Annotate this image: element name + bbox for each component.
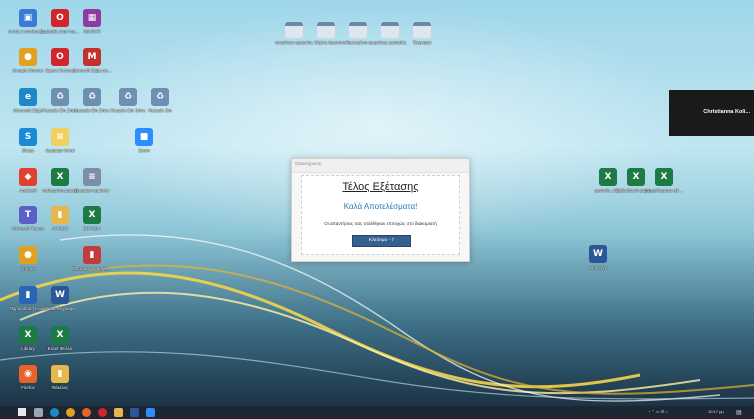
- folder-icon: [285, 22, 303, 38]
- desktop-shortcut[interactable]: W Word Έγγραφο: [42, 286, 78, 311]
- shortcut-label: Recycle Bin Drive: [74, 108, 110, 113]
- desktop-shortcut[interactable]: X ΕΡΓΑΣΙΑ: [74, 206, 110, 231]
- right-shortcut[interactable]: Xαποτελέσματα εξέτασης...: [644, 168, 684, 193]
- notification-center-icon[interactable]: ▤: [736, 409, 742, 416]
- desktop: ▣Αυτός ο υπολογιστήςOΕπιλογές στην πρόσβ…: [0, 0, 754, 419]
- zoom-icon: ■: [135, 128, 153, 146]
- recycle-icon: ♻: [151, 88, 169, 106]
- desktop-shortcut[interactable]: ♻ Recycle Bin Drive: [74, 88, 110, 113]
- search-icon[interactable]: [34, 408, 43, 417]
- edge-icon: e: [19, 88, 37, 106]
- shortcut-label: Συντόμευση αρχείων: [72, 266, 112, 271]
- dialog-header: Ολοκλήρωση: [292, 159, 469, 173]
- shortcut-label: Έγγραφα: [412, 40, 432, 45]
- folder-icon: [381, 22, 399, 38]
- chrome-icon: ●: [19, 246, 37, 264]
- word-icon[interactable]: [130, 408, 139, 417]
- shortcut-label: Word Έγγραφο: [45, 306, 75, 311]
- desktop-shortcut[interactable]: ▮ Φάκελος: [42, 365, 78, 390]
- desktop-shortcut[interactable]: ■ Zoom: [126, 128, 162, 153]
- folder-icon: [317, 22, 335, 38]
- shortcut-label: Excel Φύλλο: [47, 346, 73, 351]
- file-explorer-icon[interactable]: [114, 408, 123, 417]
- excel-icon: X: [51, 168, 69, 186]
- desktop-shortcut[interactable]: X Excel Φύλλο: [42, 326, 78, 351]
- shortcut-label: word έγγρ.: [587, 265, 609, 270]
- desktop-shortcut[interactable]: ● Chrome: [10, 246, 46, 271]
- file-icon: ≡: [51, 128, 69, 146]
- word-icon: W: [589, 245, 607, 263]
- recycle-icon: ♻: [51, 88, 69, 106]
- shortcut-label: Zoom: [138, 148, 150, 153]
- shortcut-label: έγγραφο κειμένου: [74, 188, 110, 193]
- winrar-icon: ▦: [83, 9, 101, 27]
- desktop-shortcut[interactable]: ≡ έγγραφο Word: [42, 128, 78, 153]
- shortcut-label: Chrome: [20, 266, 36, 271]
- exam-end-dialog: Ολοκλήρωση Τέλος Εξέτασης Καλά Αποτελέσμ…: [291, 158, 470, 262]
- notepad-icon: ≡: [83, 168, 101, 186]
- shortcut-label: Φάκελος: [51, 385, 69, 390]
- chrome-icon[interactable]: [66, 408, 75, 417]
- dialog-message: Οι απαντήσεις σας στάλθηκαν επιτυχώς στο…: [324, 221, 437, 226]
- shortcut-label: Recycle Bin: [148, 108, 172, 113]
- this-pc-icon: ▣: [19, 9, 37, 27]
- excel-icon: X: [51, 326, 69, 344]
- recycle-icon: ♻: [83, 88, 101, 106]
- desktop-shortcut[interactable]: M Microsoft Edge and Desktop: [72, 48, 112, 73]
- dialog-title: Τέλος Εξέτασης: [342, 181, 419, 193]
- shortcut-label: αποτελέσματα εξέτασης...: [644, 188, 684, 193]
- shortcut-label: έγγραφο Word: [45, 148, 75, 153]
- document-icon: ▮: [19, 286, 37, 304]
- tray-icons[interactable]: ◔ ⌃ ▭ ☰ ♪: [648, 409, 668, 414]
- anydesk-icon: ◆: [19, 168, 37, 186]
- clock[interactable]: 10:17 μμ: [708, 409, 724, 414]
- firefox-icon: ◉: [19, 365, 37, 383]
- excel-icon: X: [655, 168, 673, 186]
- firefox-icon[interactable]: [82, 408, 91, 417]
- excel-icon: X: [599, 168, 617, 186]
- chrome-icon: ●: [19, 48, 37, 66]
- desktop-shortcut[interactable]: ▮ Συντόμευση αρχείων: [72, 246, 112, 271]
- excel-icon: X: [627, 168, 645, 186]
- desktop-shortcut[interactable]: ♻ Recycle Bin: [142, 88, 178, 113]
- recycle-icon: ♻: [119, 88, 137, 106]
- participant-name: Christianna Koli...: [703, 109, 750, 115]
- folder-icon: [349, 22, 367, 38]
- skype-icon: S: [19, 128, 37, 146]
- taskbar: ◔ ⌃ ▭ ☰ ♪ 10:17 μμ ▤: [0, 406, 754, 419]
- meeting-participant-tile[interactable]: Christianna Koli...: [669, 90, 754, 136]
- desktop-shortcut[interactable]: ≡ έγγραφο κειμένου: [74, 168, 110, 193]
- shortcut-label: Microsoft Edge and Desktop: [72, 68, 112, 73]
- desktop-shortcut[interactable]: ▦ WinRAR: [74, 9, 110, 34]
- folder-icon: ▮: [51, 365, 69, 383]
- zoom-icon[interactable]: [146, 408, 155, 417]
- close-button[interactable]: Κλείσιμο - 7: [352, 235, 411, 247]
- dialog-content: Τέλος Εξέτασης Καλά Αποτελέσματα! Οι απα…: [301, 175, 460, 255]
- top-shortcut[interactable]: Έγγραφα: [404, 22, 440, 45]
- right-shortcut[interactable]: Wword έγγρ.: [580, 245, 616, 270]
- edge-icon[interactable]: [50, 408, 59, 417]
- shortcut-icon: ▮: [83, 246, 101, 264]
- mcafee-icon: M: [83, 48, 101, 66]
- opera-icon: O: [51, 48, 69, 66]
- teams-icon: T: [19, 206, 37, 224]
- word-icon: W: [51, 286, 69, 304]
- dialog-subtitle: Καλά Αποτελέσματα!: [343, 202, 418, 211]
- shortcut-label: WinRAR: [83, 29, 101, 34]
- opera-icon[interactable]: [98, 408, 107, 417]
- shortcut-label: ΕΡΓΑΣΙΑ: [83, 226, 101, 231]
- opera-icon: O: [51, 9, 69, 27]
- folder-icon: ▮: [51, 206, 69, 224]
- excel-icon: X: [19, 326, 37, 344]
- folder-icon: [413, 22, 431, 38]
- excel-icon: X: [83, 206, 101, 224]
- windows-start-icon[interactable]: [18, 408, 26, 416]
